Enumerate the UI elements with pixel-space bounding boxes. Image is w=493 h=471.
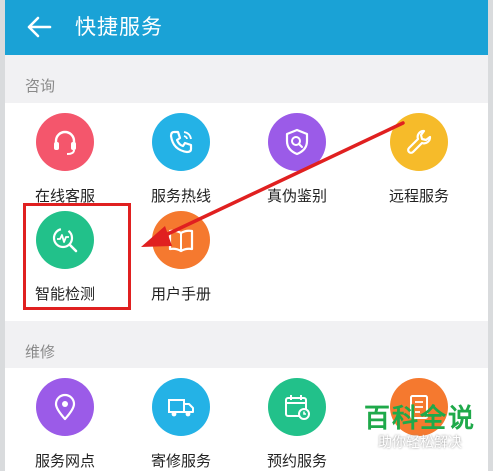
service-hotline[interactable]: 服务热线 xyxy=(123,113,239,213)
calendar-clock-icon xyxy=(268,378,326,436)
service-online-support[interactable]: 在线客服 xyxy=(7,113,123,213)
top-bar: 快捷服务 xyxy=(5,0,488,55)
service-authenticity[interactable]: 真伪鉴别 xyxy=(239,113,355,213)
service-label: 用户手册 xyxy=(150,285,211,303)
service-mail-repair[interactable]: 寄修服务 xyxy=(123,378,239,471)
headset-icon xyxy=(36,113,94,171)
highlight-box xyxy=(23,203,131,310)
section-label-repair: 维修 xyxy=(25,343,56,361)
service-label: 服务网点 xyxy=(34,452,95,470)
book-icon xyxy=(152,211,210,269)
section-label-consult: 咨询 xyxy=(25,77,56,95)
service-label: 真伪鉴别 xyxy=(266,187,327,205)
app-screen: 快捷服务 咨询 在线客服 服务热线 真伪鉴别 远程服务 智能检测 用户手册 维修… xyxy=(5,0,488,471)
back-arrow-icon[interactable] xyxy=(25,13,53,41)
watermark-logo: 百科全说 助你轻松解决 xyxy=(360,404,480,464)
shield-search-icon xyxy=(268,113,326,171)
truck-icon xyxy=(152,378,210,436)
watermark-subtitle: 助你轻松解决 xyxy=(378,435,462,451)
page-title: 快捷服务 xyxy=(75,15,163,39)
service-label: 服务热线 xyxy=(150,187,211,205)
service-user-manual[interactable]: 用户手册 xyxy=(123,211,239,311)
service-label: 寄修服务 xyxy=(150,452,211,470)
service-outlets[interactable]: 服务网点 xyxy=(7,378,123,471)
service-label: 远程服务 xyxy=(388,187,449,205)
service-remote[interactable]: 远程服务 xyxy=(361,113,477,213)
watermark-title: 百科全说 xyxy=(363,404,476,434)
wrench-icon xyxy=(390,113,448,171)
location-pin-icon xyxy=(36,378,94,436)
phone-icon xyxy=(152,113,210,171)
service-label: 预约服务 xyxy=(266,452,327,470)
service-appointment[interactable]: 预约服务 xyxy=(239,378,355,471)
